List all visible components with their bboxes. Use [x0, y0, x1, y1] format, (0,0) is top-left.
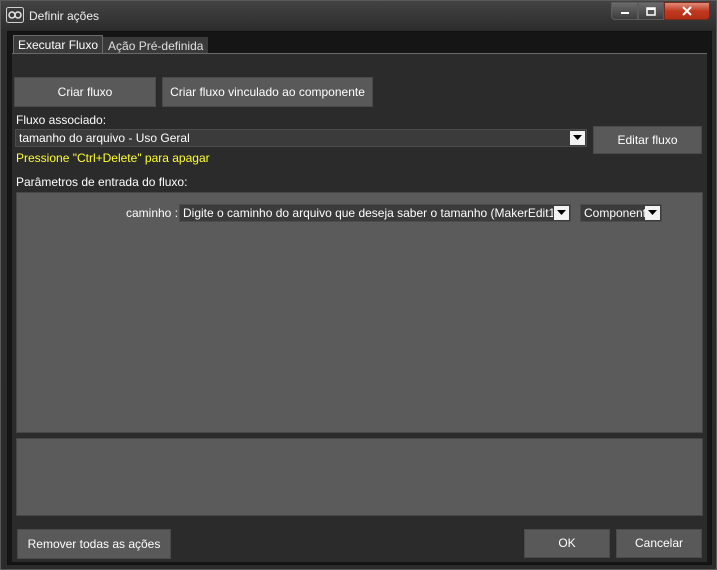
tab-executar-fluxo[interactable]: Executar Fluxo — [13, 35, 104, 53]
close-button[interactable] — [664, 2, 710, 20]
params-label: Parâmetros de entrada do fluxo: — [16, 175, 188, 189]
maximize-button[interactable] — [638, 2, 664, 20]
associated-flow-value: tamanho do arquivo - Uso Geral — [19, 131, 190, 145]
edit-flow-button[interactable]: Editar fluxo — [593, 126, 702, 154]
maximize-icon — [646, 6, 656, 16]
window-controls — [611, 2, 710, 20]
param-type-select[interactable]: Componente — [580, 204, 662, 222]
chevron-down-icon[interactable] — [570, 131, 585, 145]
param-type: Componente — [584, 206, 646, 220]
app-icon — [6, 7, 24, 23]
remove-all-actions-button[interactable]: Remover todas as ações — [17, 529, 171, 559]
tab-bar: Executar Fluxo Ação Pré-definida — [13, 35, 209, 53]
minimize-icon — [620, 12, 629, 14]
chevron-down-icon[interactable] — [645, 206, 660, 220]
tab-acao-pre-definida[interactable]: Ação Pré-definida — [103, 37, 209, 53]
tab-panel: Criar fluxo Criar fluxo vinculado ao com… — [12, 53, 707, 562]
window-title: Definir ações — [29, 9, 100, 23]
minimize-button[interactable] — [611, 2, 638, 20]
chevron-down-icon[interactable] — [554, 206, 569, 220]
param-value-select[interactable]: Digite o caminho do arquivo que deseja s… — [179, 204, 571, 222]
create-flow-button[interactable]: Criar fluxo — [14, 77, 156, 107]
close-icon — [682, 6, 692, 16]
associated-flow-select[interactable]: tamanho do arquivo - Uso Geral — [15, 129, 587, 147]
delete-hint: Pressione "Ctrl+Delete" para apagar — [16, 151, 210, 165]
dialog-client: Executar Fluxo Ação Pré-definida Criar f… — [7, 31, 712, 565]
associated-flow-label: Fluxo associado: — [16, 113, 107, 127]
cancel-button[interactable]: Cancelar — [616, 529, 702, 558]
title-bar[interactable]: Definir ações — [1, 1, 716, 31]
param-value: Digite o caminho do arquivo que deseja s… — [183, 206, 553, 220]
param-name: caminho : — [126, 206, 179, 220]
create-linked-flow-button[interactable]: Criar fluxo vinculado ao componente — [162, 77, 373, 107]
params-panel: caminho : Digite o caminho do arquivo qu… — [16, 192, 703, 433]
description-panel — [16, 438, 703, 516]
dialog-window: Definir ações Executar Fluxo Ação Pré-de… — [0, 0, 717, 570]
ok-button[interactable]: OK — [524, 529, 610, 558]
